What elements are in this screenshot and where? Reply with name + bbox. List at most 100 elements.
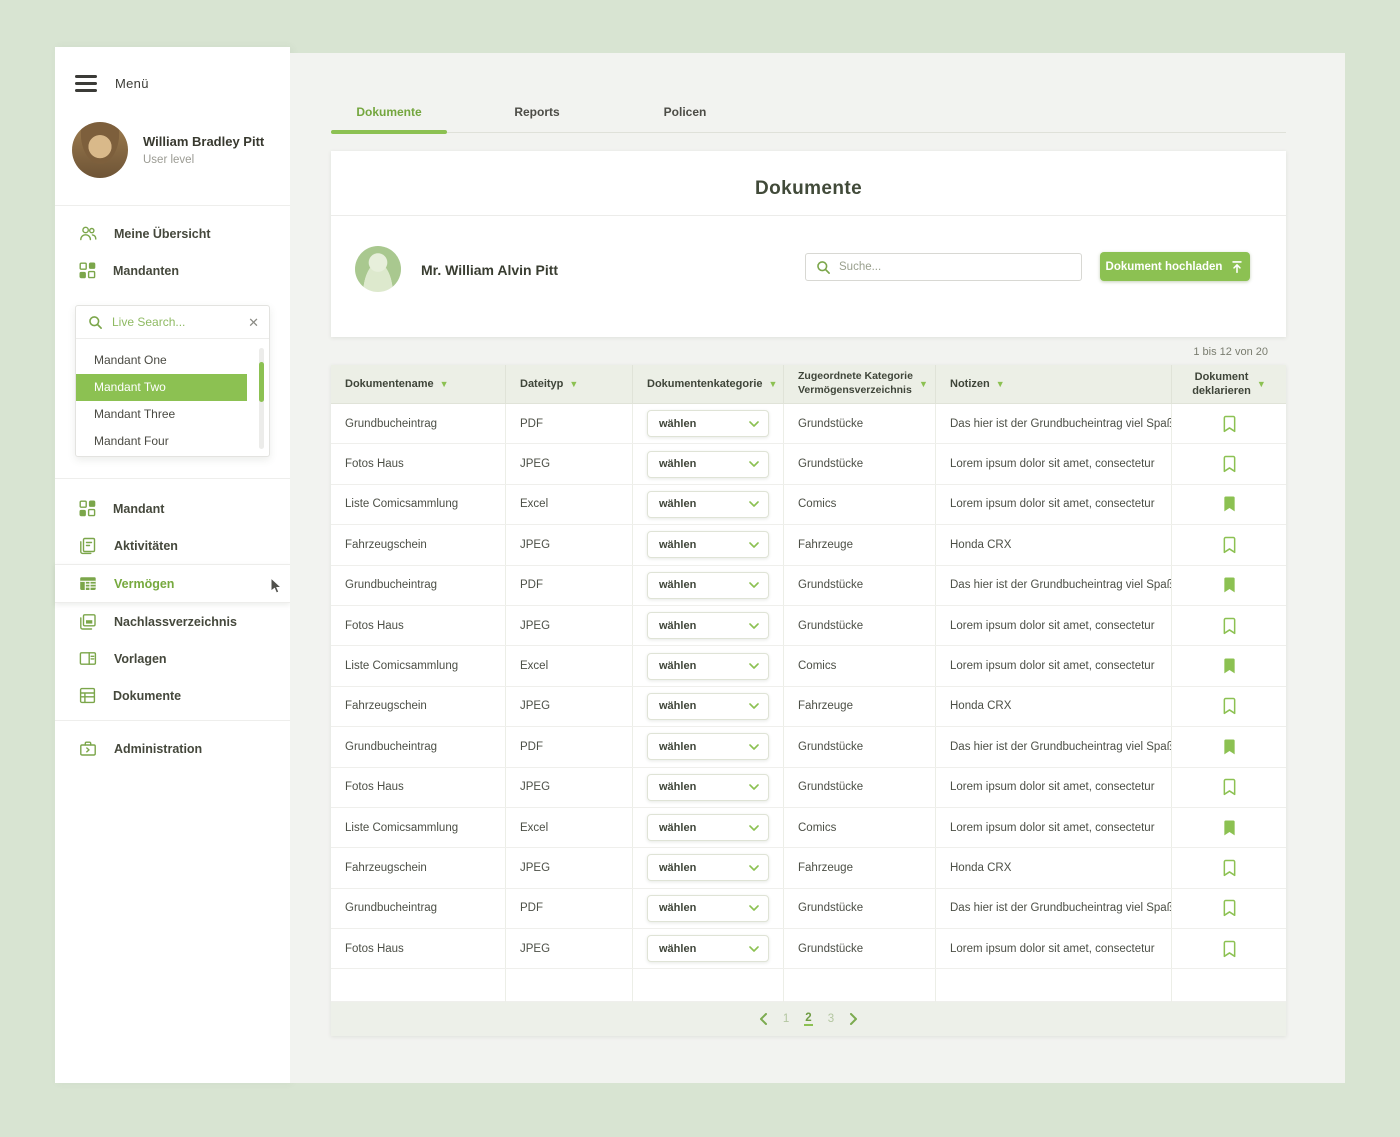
column-header-dateityp[interactable]: Dateityp▼ [506, 365, 633, 403]
search-icon [88, 315, 103, 330]
sidebar-item-administration[interactable]: Administration [55, 730, 290, 767]
category-dropdown[interactable]: wählen [647, 572, 769, 599]
bookmark-outline-icon [1222, 455, 1237, 473]
user-level: User level [143, 154, 264, 166]
column-header-zugeordnete-kategorie[interactable]: Zugeordnete Kategorie Vermögensverzeichn… [784, 365, 936, 403]
hamburger-menu-icon[interactable] [75, 75, 97, 92]
pagination-prev-icon[interactable] [759, 1013, 768, 1025]
declare-document-button[interactable] [1222, 778, 1237, 796]
table-row: Grundbucheintrag PDF wählen Grundstücke … [331, 889, 1286, 929]
sidebar-item-nachlassverzeichnis[interactable]: Nachlassverzeichnis [55, 603, 290, 640]
tab-policen[interactable]: Policen [627, 100, 743, 133]
sort-arrow-icon[interactable]: ▼ [996, 379, 1005, 389]
declare-document-button[interactable] [1222, 576, 1237, 594]
cell-assigned-category: Comics [784, 485, 936, 524]
declare-document-button[interactable] [1222, 617, 1237, 635]
scrollbar-thumb[interactable] [259, 362, 264, 402]
sidebar-item-mandant[interactable]: Mandant [55, 490, 290, 527]
user-name: William Bradley Pitt [143, 134, 264, 149]
page-number-3[interactable]: 3 [827, 1013, 835, 1025]
category-dropdown[interactable]: wählen [647, 733, 769, 760]
category-dropdown[interactable]: wählen [647, 653, 769, 680]
declare-document-button[interactable] [1222, 940, 1237, 958]
document-search-input[interactable] [839, 261, 1071, 273]
declare-document-button[interactable] [1222, 495, 1237, 513]
list-item-mandant-three[interactable]: Mandant Three [76, 401, 269, 428]
list-item-mandant-four[interactable]: Mandant Four [76, 428, 269, 455]
chevron-down-icon [749, 703, 759, 709]
chevron-down-icon [749, 784, 759, 790]
sort-arrow-icon[interactable]: ▼ [769, 379, 778, 389]
sort-arrow-icon[interactable]: ▼ [919, 379, 928, 389]
category-dropdown[interactable]: wählen [647, 693, 769, 720]
declare-document-button[interactable] [1222, 657, 1237, 675]
sidebar-item-dokumente[interactable]: Dokumente [55, 677, 290, 714]
cell-file-type: JPEG [506, 525, 633, 564]
cell-declare [1172, 929, 1286, 968]
chevron-down-icon [749, 744, 759, 750]
cell-declare [1172, 646, 1286, 685]
cell-declare [1172, 606, 1286, 645]
declare-document-button[interactable] [1222, 536, 1237, 554]
sidebar-item-vermoegen[interactable]: Vermögen [55, 564, 290, 603]
cell-file-type: Excel [506, 646, 633, 685]
scrollbar-track[interactable] [259, 348, 264, 449]
declare-document-button[interactable] [1222, 697, 1237, 715]
category-dropdown[interactable]: wählen [647, 895, 769, 922]
sidebar-item-meine-uebersicht[interactable]: Meine Übersicht [55, 215, 290, 252]
page-number-2-active[interactable]: 2 [804, 1012, 812, 1026]
sidebar-admin-nav: Administration [55, 730, 290, 767]
column-header-notizen[interactable]: Notizen▼ [936, 365, 1172, 403]
sort-arrow-icon[interactable]: ▼ [569, 379, 578, 389]
table-row: Grundbucheintrag PDF wählen Grundstücke … [331, 566, 1286, 606]
cell-document-name: Liste Comicsammlung [331, 646, 506, 685]
sort-arrow-icon[interactable]: ▼ [440, 379, 449, 389]
sidebar-item-mandanten[interactable]: Mandanten [55, 252, 290, 289]
list-item-mandant-two-selected[interactable]: Mandant Two [76, 374, 247, 401]
category-dropdown[interactable]: wählen [647, 491, 769, 518]
declare-document-button[interactable] [1222, 415, 1237, 433]
declare-document-button[interactable] [1222, 819, 1237, 837]
close-icon[interactable]: ✕ [248, 316, 259, 329]
declare-document-button[interactable] [1222, 738, 1237, 756]
category-dropdown[interactable]: wählen [647, 410, 769, 437]
category-dropdown[interactable]: wählen [647, 531, 769, 558]
template-icon [79, 650, 97, 667]
nav-label: Vorlagen [114, 652, 167, 666]
sidebar-item-vorlagen[interactable]: Vorlagen [55, 640, 290, 677]
declare-document-button[interactable] [1222, 899, 1237, 917]
declare-document-button[interactable] [1222, 455, 1237, 473]
declare-document-button[interactable] [1222, 859, 1237, 877]
category-dropdown[interactable]: wählen [647, 814, 769, 841]
category-dropdown[interactable]: wählen [647, 935, 769, 962]
chevron-down-icon [749, 542, 759, 548]
page-number-1[interactable]: 1 [782, 1013, 790, 1025]
column-header-dokumentename[interactable]: Dokumentename▼ [331, 365, 506, 403]
sidebar-item-aktivitaeten[interactable]: Aktivitäten [55, 527, 290, 564]
category-dropdown[interactable]: wählen [647, 854, 769, 881]
tab-reports[interactable]: Reports [479, 100, 595, 133]
sort-arrow-icon[interactable]: ▼ [1257, 379, 1266, 389]
category-dropdown[interactable]: wählen [647, 612, 769, 639]
bookmark-outline-icon [1222, 536, 1237, 554]
nav-label: Aktivitäten [114, 539, 178, 553]
upload-document-button[interactable]: Dokument hochladen [1100, 252, 1250, 281]
column-header-dokumentenkategorie[interactable]: Dokumentenkategorie▼ [633, 365, 784, 403]
live-search-input[interactable] [112, 315, 239, 329]
tab-dokumente[interactable]: Dokumente [331, 100, 447, 133]
cell-file-type: Excel [506, 808, 633, 847]
grid-icon [79, 500, 96, 517]
bookmark-outline-icon [1222, 778, 1237, 796]
photos-icon [79, 613, 97, 631]
spreadsheet-icon [79, 575, 97, 592]
cell-document-name: Liste Comicsammlung [331, 485, 506, 524]
cell-file-type: JPEG [506, 848, 633, 887]
category-dropdown[interactable]: wählen [647, 451, 769, 478]
chevron-down-icon [749, 905, 759, 911]
list-item-mandant-one[interactable]: Mandant One [76, 347, 269, 374]
category-dropdown[interactable]: wählen [647, 774, 769, 801]
column-header-dokument-deklarieren[interactable]: Dokument deklarieren▼ [1172, 365, 1286, 403]
upload-icon [1230, 260, 1244, 274]
pagination-next-icon[interactable] [849, 1013, 858, 1025]
chevron-down-icon [749, 501, 759, 507]
